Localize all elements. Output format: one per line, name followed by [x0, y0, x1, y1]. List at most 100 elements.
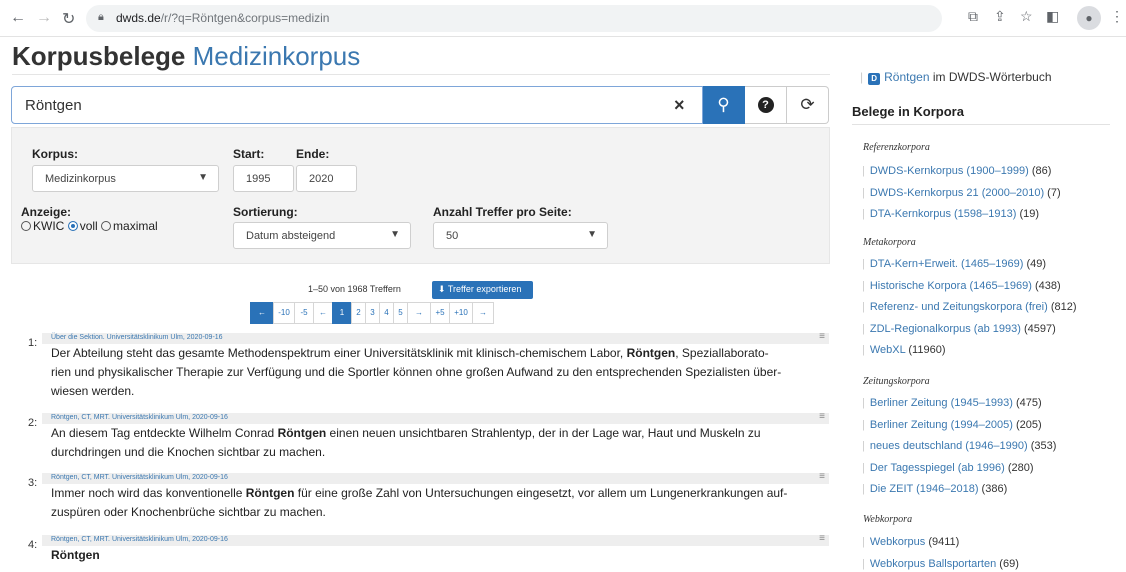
corpus-link[interactable]: Berliner Zeitung (1945–1993): [870, 397, 1013, 409]
corpus-link[interactable]: Webkorpus: [870, 536, 925, 548]
corpus-item[interactable]: | DWDS-Kernkorpus 21 (2000–2010) (7): [862, 187, 1061, 199]
corpus-item[interactable]: | Webkorpus (9411): [862, 536, 959, 548]
corpus-item[interactable]: | Der Tagesspiegel (ab 1996) (280): [862, 462, 1034, 474]
corpus-link[interactable]: Webkorpus Ballsportarten: [870, 558, 996, 570]
hit-number: 2:: [28, 417, 38, 429]
translate-icon[interactable]: ⧉: [968, 8, 978, 25]
dwds-logo-icon: D: [868, 73, 881, 85]
hit-source-text[interactable]: Über die Sektion. Universitätsklinikum U…: [51, 334, 223, 341]
forward-arrow-icon[interactable]: →: [36, 9, 52, 27]
search-button[interactable]: ⚲: [703, 86, 745, 124]
corpus-count: (4597): [1020, 322, 1056, 335]
pager-item[interactable]: →: [472, 302, 494, 324]
hit-source-text[interactable]: Röntgen, CT, MRT. Universitätsklinikum U…: [51, 474, 228, 481]
corpus-item[interactable]: | Berliner Zeitung (1945–1993) (475): [862, 397, 1042, 409]
corpus-link[interactable]: ZDL-Regionalkorpus (ab 1993): [870, 323, 1021, 335]
pager-item[interactable]: ←: [250, 302, 274, 324]
dictionary-link[interactable]: | D Röntgen im DWDS-Wörterbuch: [860, 70, 1052, 85]
hit-source-text[interactable]: Röntgen, CT, MRT. Universitätsklinikum U…: [51, 536, 228, 543]
corpus-item[interactable]: | Referenz- und Zeitungskorpora (frei) (8…: [862, 301, 1077, 313]
corpus-item[interactable]: | WebXL (11960): [862, 344, 945, 356]
corpus-item[interactable]: | DTA-Kernkorpus (1598–1913) (19): [862, 208, 1039, 220]
hit-number: 4:: [28, 539, 38, 551]
search-input[interactable]: [12, 87, 672, 123]
pager-item[interactable]: +5: [430, 302, 450, 324]
hit-text-line: Der Abteilung steht das gesamte Methoden…: [51, 346, 769, 360]
pager-item[interactable]: 1: [332, 302, 352, 324]
corpus-link[interactable]: DWDS-Kernkorpus 21 (2000–2010): [870, 187, 1044, 199]
corpus-link[interactable]: neues deutschland (1946–1990): [870, 440, 1028, 452]
pager-item[interactable]: 3: [365, 302, 380, 324]
side-panel-icon[interactable]: ◧: [1046, 8, 1059, 25]
share-icon[interactable]: ⇪: [994, 8, 1006, 25]
radio-maximal[interactable]: maximal: [101, 219, 158, 233]
start-year-input[interactable]: 1995: [233, 165, 294, 192]
hit-menu-icon[interactable]: ≡: [819, 411, 825, 422]
hit-source[interactable]: Röntgen, CT, MRT. Universitätsklinikum U…: [42, 471, 829, 484]
browser-toolbar: ← → ↻ 🔒︎ dwds.de/r/?q=Röntgen&corpus=med…: [0, 0, 1126, 37]
corpus-item[interactable]: | neues deutschland (1946–1990) (353): [862, 440, 1056, 452]
corpus-count: (475): [1012, 397, 1042, 409]
page-title: Korpusbelege Medizinkorpus: [12, 41, 361, 71]
hit-source[interactable]: Röntgen, CT, MRT. Universitätsklinikum U…: [42, 533, 829, 546]
pager-item[interactable]: 4: [379, 302, 394, 324]
pager-item[interactable]: ←: [313, 302, 333, 324]
korpus-select[interactable]: Medizinkorpus ▼: [32, 165, 219, 192]
pager-item[interactable]: 2: [351, 302, 366, 324]
hit-source[interactable]: Über die Sektion. Universitätsklinikum U…: [42, 331, 829, 344]
pager-item[interactable]: +10: [449, 302, 473, 324]
search-icon: ⚲: [717, 95, 730, 114]
hit-text: An diesem Tag entdeckte Wilhelm Conrad R…: [51, 424, 827, 462]
help-button[interactable]: ?: [745, 86, 787, 124]
hit-keyword: Röntgen: [277, 426, 327, 440]
hit-menu-icon[interactable]: ≡: [819, 331, 825, 342]
corpus-link[interactable]: Referenz- und Zeitungskorpora (frei): [870, 301, 1048, 313]
corpus-link[interactable]: Berliner Zeitung (1994–2005): [870, 419, 1013, 431]
anzeige-label: Anzeige:: [21, 205, 72, 219]
back-arrow-icon[interactable]: ←: [10, 9, 26, 27]
corpus-link[interactable]: DTA-Kernkorpus (1598–1913): [870, 208, 1017, 220]
help-icon: ?: [757, 97, 774, 113]
chevron-down-icon: ▼: [587, 229, 597, 240]
corpus-link[interactable]: Die ZEIT (1946–2018): [870, 483, 979, 495]
pager-item[interactable]: -5: [294, 302, 314, 324]
clear-icon[interactable]: ×: [674, 95, 685, 116]
hit-source-text[interactable]: Röntgen, CT, MRT. Universitätsklinikum U…: [51, 414, 228, 421]
corpus-item[interactable]: | Die ZEIT (1946–2018) (386): [862, 483, 1007, 495]
hit-source[interactable]: Röntgen, CT, MRT. Universitätsklinikum U…: [42, 411, 829, 424]
hit-keyword: Röntgen: [51, 548, 100, 562]
pager-item[interactable]: →: [407, 302, 431, 324]
end-year-input[interactable]: 2020: [296, 165, 357, 192]
corpus-item[interactable]: | Webkorpus Ballsportarten (69): [862, 558, 1019, 570]
sort-select[interactable]: Datum absteigend ▼: [233, 222, 411, 249]
profile-avatar[interactable]: ●: [1077, 6, 1101, 30]
corpus-link[interactable]: Historische Korpora (1465–1969): [870, 280, 1032, 292]
address-bar[interactable]: 🔒︎ dwds.de/r/?q=Röntgen&corpus=medizin: [86, 5, 942, 32]
pager-item[interactable]: -10: [273, 302, 295, 324]
radio-kwic[interactable]: KWIC: [21, 219, 64, 233]
result-count: 1–50 von 1968 Treffern: [308, 284, 401, 294]
corpus-count: (205): [1012, 418, 1042, 431]
menu-kebab-icon[interactable]: ⋮: [1110, 8, 1124, 25]
corpus-link[interactable]: DTA-Kern+Erweit. (1465–1969): [870, 258, 1024, 270]
corpus-item[interactable]: | DTA-Kern+Erweit. (1465–1969) (49): [862, 258, 1046, 270]
corpus-item[interactable]: | Berliner Zeitung (1994–2005) (205): [862, 419, 1042, 431]
corpus-link[interactable]: WebXL: [870, 344, 905, 356]
refresh-button[interactable]: ⟳: [787, 86, 829, 124]
corpus-link[interactable]: DWDS-Kernkorpus (1900–1999): [870, 165, 1029, 177]
hits-per-page-select[interactable]: 50 ▼: [433, 222, 608, 249]
export-button[interactable]: ⬇ Treffer exportieren: [432, 281, 533, 299]
korpus-label: Korpus:: [32, 147, 78, 161]
corpus-item[interactable]: | ZDL-Regionalkorpus (ab 1993) (4597): [862, 323, 1056, 335]
hit-text-line: Röntgen: [51, 546, 827, 565]
hit-menu-icon[interactable]: ≡: [819, 471, 825, 482]
pager-item[interactable]: 5: [393, 302, 408, 324]
radio-voll[interactable]: voll: [67, 219, 98, 233]
bookmark-star-icon[interactable]: ☆: [1020, 8, 1033, 25]
reload-icon[interactable]: ↻: [62, 9, 75, 29]
corpus-item[interactable]: | Historische Korpora (1465–1969) (438): [862, 280, 1061, 292]
hit-menu-icon[interactable]: ≡: [819, 533, 825, 544]
dictionary-link-text[interactable]: Röntgen: [884, 70, 929, 84]
corpus-item[interactable]: | DWDS-Kernkorpus (1900–1999) (86): [862, 165, 1051, 177]
corpus-link[interactable]: Der Tagesspiegel (ab 1996): [870, 462, 1005, 474]
